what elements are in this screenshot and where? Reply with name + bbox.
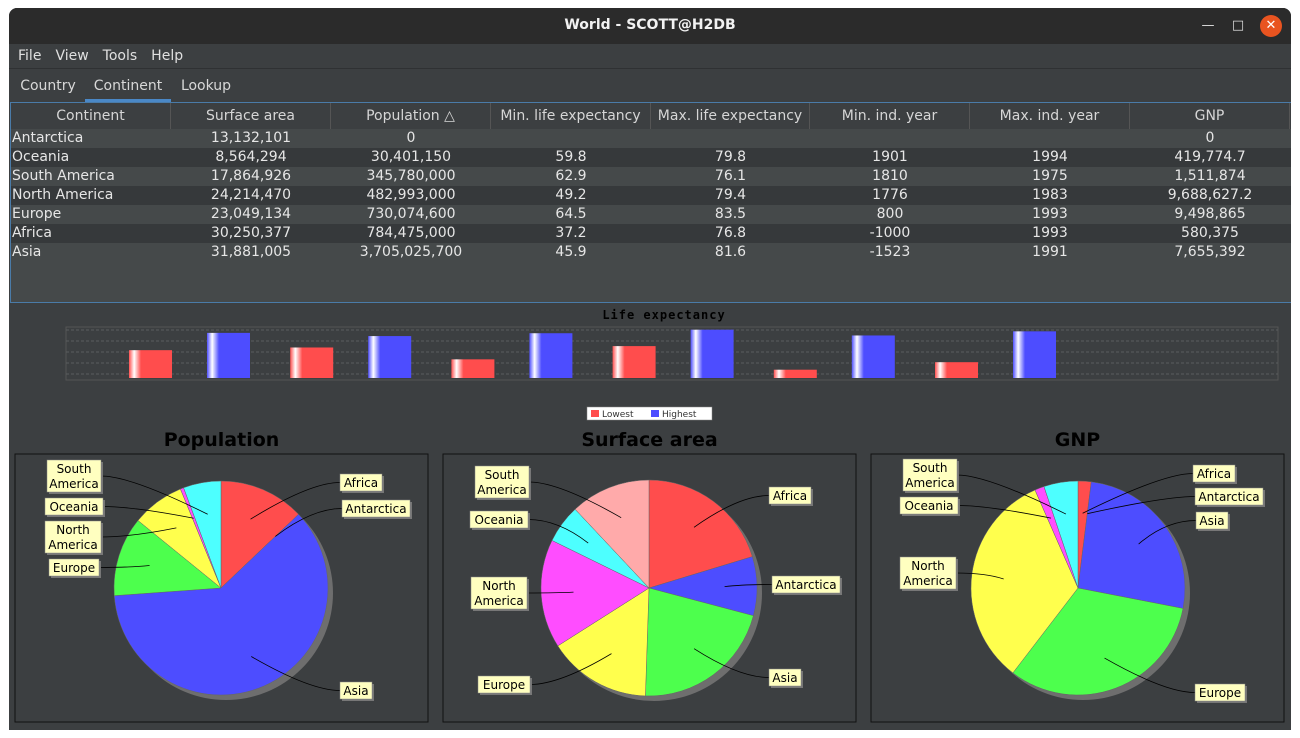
- bar-highest: [851, 335, 895, 378]
- legend-highest-swatch: [651, 410, 659, 417]
- surface-area-pie-label-text: Asia: [772, 671, 797, 685]
- surface-area-pie-label-text: America: [477, 483, 527, 497]
- gnp-pie-label-text: Africa: [1197, 467, 1231, 481]
- population-pie-label-text: Europe: [53, 561, 95, 575]
- population-pie-title: Population: [164, 429, 280, 451]
- bar-lowest: [129, 350, 172, 378]
- population-pie-label-text: America: [48, 538, 98, 552]
- gnp-pie-label-text: South: [913, 461, 948, 475]
- bar-lowest: [773, 369, 817, 378]
- surface-area-pie-label-text: North: [482, 579, 516, 593]
- bar-lowest: [451, 359, 495, 378]
- population-pie-label-text: Africa: [344, 476, 378, 490]
- gnp-pie-label-text: Oceania: [904, 499, 953, 513]
- surface-area-pie-label-text: America: [474, 594, 524, 608]
- app-window: World - SCOTT@H2DB — □ ✕ File View Tools He…: [9, 8, 1291, 730]
- legend-lowest-label: Lowest: [602, 410, 634, 420]
- gnp-pie-label-text: Asia: [1199, 514, 1224, 528]
- population-pie-label-text: Antarctica: [345, 502, 406, 516]
- charts-panel: Life expectancy Lowest Highest Population Af…: [14, 308, 1285, 723]
- surface-area-pie-label-text: Oceania: [474, 513, 523, 527]
- bar-highest: [1013, 331, 1056, 378]
- legend-highest-label: Highest: [662, 410, 697, 420]
- surface-area-pie-label-text: Antarctica: [775, 578, 836, 592]
- legend-lowest-swatch: [591, 410, 599, 417]
- population-pie-label-text: South: [57, 462, 92, 476]
- gnp-pie-label-text: America: [905, 476, 955, 490]
- gnp-pie-slice: [1077, 481, 1186, 609]
- life-expectancy-title: Life expectancy: [602, 308, 725, 322]
- population-pie-label-text: Asia: [343, 684, 368, 698]
- bar-highest: [368, 336, 412, 378]
- surface-area-pie-title: Surface area: [581, 429, 717, 451]
- population-pie-label-text: North: [56, 523, 90, 537]
- bar-highest: [207, 332, 250, 378]
- gnp-pie-label-text: America: [903, 574, 953, 588]
- bar-highest: [690, 329, 734, 378]
- bar-lowest: [935, 362, 978, 378]
- surface-area-pie-label-text: Europe: [483, 678, 525, 692]
- bar-lowest: [290, 347, 334, 378]
- gnp-pie-label-text: North: [911, 559, 945, 573]
- bar-highest: [529, 333, 573, 378]
- gnp-pie-label-text: Europe: [1199, 686, 1241, 700]
- gnp-pie-title: GNP: [1055, 429, 1100, 451]
- population-pie-label-text: Oceania: [49, 500, 98, 514]
- gnp-pie-label-text: Antarctica: [1198, 490, 1259, 504]
- surface-area-pie-label-text: South: [485, 468, 520, 482]
- surface-area-pie-label-text: Africa: [773, 489, 807, 503]
- bar-lowest: [612, 346, 656, 378]
- population-pie-label-text: America: [49, 477, 99, 491]
